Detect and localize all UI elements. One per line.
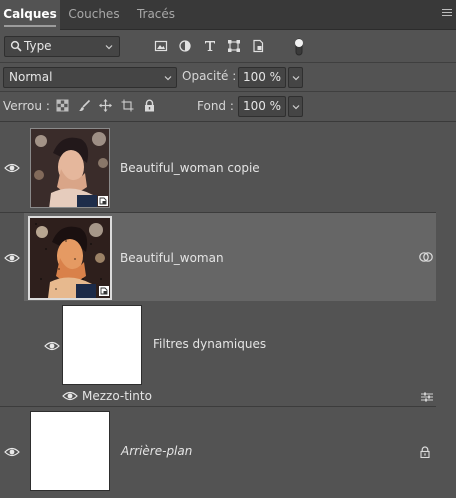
smart-object-filter-icon[interactable] <box>251 39 265 53</box>
adjustment-filter-icon[interactable] <box>178 39 192 53</box>
panel-menu-icon[interactable] <box>442 9 452 19</box>
blend-opacity-row: Normal Opacité : 100 % <box>0 63 456 91</box>
fill-dropdown-button[interactable] <box>288 96 303 117</box>
lock-label: Verrou : <box>3 99 50 113</box>
smart-filter-mask-thumbnail <box>62 305 142 385</box>
lock-all-icon[interactable] <box>143 99 156 112</box>
type-filter-icon[interactable] <box>203 39 217 53</box>
eye-icon[interactable] <box>4 163 20 173</box>
opacity-value: 100 % <box>242 70 282 84</box>
lock-fill-row: Verrou : Fond : 100 % <box>0 92 456 120</box>
smart-object-badge-icon <box>99 286 109 296</box>
image-filter-icon[interactable] <box>154 39 168 53</box>
tab-calques-label: Calques <box>3 7 57 21</box>
layer-name: Beautiful_woman <box>120 251 224 265</box>
panel-tab-bar: Calques Couches Tracés <box>0 0 456 31</box>
chevron-down-icon <box>292 105 300 110</box>
lock-transparent-pixels-icon[interactable] <box>56 99 69 112</box>
search-icon <box>10 40 22 52</box>
blend-mode-value: Normal <box>9 70 53 84</box>
chevron-down-icon <box>292 76 300 81</box>
eye-icon[interactable] <box>44 341 60 351</box>
opacity-input[interactable]: 100 % <box>238 67 286 88</box>
filter-kind-value: Type <box>24 39 52 53</box>
chevron-down-icon <box>105 45 113 50</box>
layer-name: Beautiful_woman copie <box>120 161 260 175</box>
tab-traces[interactable]: Tracés <box>128 0 184 30</box>
layer-row-arriere-plan[interactable]: Arrière-plan <box>0 407 436 495</box>
tab-calques[interactable]: Calques <box>0 0 60 31</box>
layers-scrollbar[interactable] <box>436 122 456 498</box>
blend-mode-select[interactable]: Normal <box>3 67 177 88</box>
eye-icon[interactable] <box>4 253 20 263</box>
smart-filter-item-mezzo-tinto[interactable]: Mezzo-tinto <box>0 388 436 405</box>
layer-row-beautiful-woman-copie[interactable]: Beautiful_woman copie <box>0 123 436 211</box>
chevron-down-icon <box>164 76 172 81</box>
layer-row-beautiful-woman[interactable]: Beautiful_woman <box>0 213 436 301</box>
filter-toggle-switch[interactable] <box>294 38 304 56</box>
opacity-label: Opacité : <box>182 69 237 83</box>
lock-image-pixels-icon[interactable] <box>78 99 91 112</box>
layer-name: Arrière-plan <box>121 444 193 458</box>
opacity-dropdown-button[interactable] <box>288 67 303 88</box>
layer-thumbnail <box>30 411 110 491</box>
layer-filter-row: Type <box>0 31 456 62</box>
fill-label: Fond : <box>197 99 234 113</box>
smart-object-badge-icon <box>98 196 108 206</box>
lock-artboard-icon[interactable] <box>121 99 134 112</box>
fill-input[interactable]: 100 % <box>238 96 286 117</box>
lock-position-icon[interactable] <box>99 99 112 112</box>
tab-traces-label: Tracés <box>136 7 176 21</box>
filter-kind-select[interactable]: Type <box>4 36 120 57</box>
smart-filter-name: Mezzo-tinto <box>82 389 152 403</box>
filter-blending-options-icon[interactable] <box>421 392 433 402</box>
smart-filters-label: Filtres dynamiques <box>153 337 267 351</box>
eye-icon[interactable] <box>4 447 20 457</box>
eye-icon[interactable] <box>62 391 78 401</box>
fill-value: 100 % <box>242 99 282 113</box>
smart-filters-row[interactable]: Filtres dynamiques <box>0 301 436 387</box>
shape-filter-icon[interactable] <box>227 39 241 53</box>
tab-couches-label: Couches <box>68 7 120 21</box>
lock-icon <box>420 446 430 458</box>
tab-couches[interactable]: Couches <box>62 0 126 30</box>
smart-filters-indicator-icon[interactable] <box>419 251 433 263</box>
divider <box>0 121 456 122</box>
active-tab-indicator <box>4 25 56 27</box>
mezzotint-image-thumbnail <box>30 218 110 298</box>
